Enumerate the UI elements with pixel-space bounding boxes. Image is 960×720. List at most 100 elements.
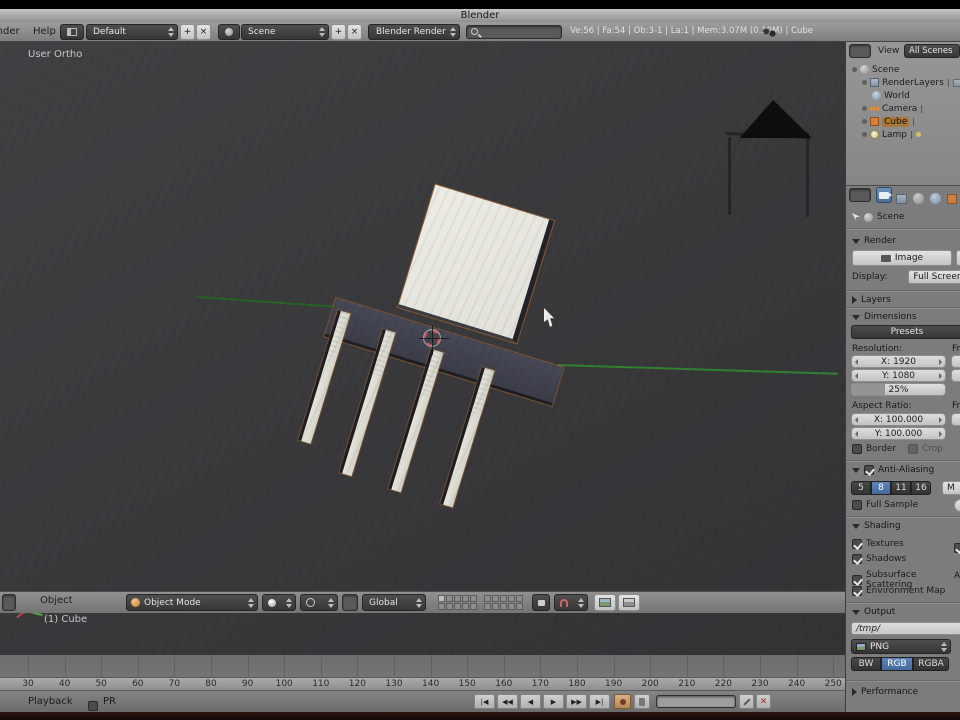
tab-scene[interactable] bbox=[913, 189, 925, 204]
stepper-left-icon[interactable] bbox=[855, 359, 858, 365]
outliner-scope-select[interactable]: All Scenes bbox=[904, 44, 960, 58]
scene-name-select[interactable]: Scene bbox=[241, 24, 329, 40]
splitter-icon[interactable] bbox=[762, 27, 776, 38]
outliner-item-world[interactable]: World bbox=[872, 89, 910, 102]
playback-menu[interactable]: Playback bbox=[28, 692, 73, 712]
aspect-x-stepper[interactable]: X: 100.000 bbox=[851, 413, 946, 426]
color-mode-bw[interactable]: BW bbox=[851, 657, 881, 671]
aa-samples-16[interactable]: 16 bbox=[911, 481, 931, 495]
expand-icon[interactable] bbox=[862, 132, 867, 137]
manipulator-toggle-icon[interactable] bbox=[342, 594, 358, 611]
sss-checkbox[interactable] bbox=[852, 575, 862, 585]
border-checkbox-row[interactable]: Border bbox=[852, 444, 896, 454]
presets-select[interactable]: Presets bbox=[851, 325, 960, 339]
shadows-row[interactable]: Shadows bbox=[852, 554, 906, 564]
envmap-checkbox[interactable] bbox=[852, 586, 862, 596]
remove-layout-button[interactable]: × bbox=[196, 24, 211, 40]
resolution-percent-slider[interactable]: 25% bbox=[851, 383, 946, 396]
crop-checkbox[interactable] bbox=[908, 444, 918, 454]
expand-icon[interactable] bbox=[862, 119, 867, 124]
record-button[interactable] bbox=[614, 694, 631, 709]
layers-grid-2[interactable] bbox=[484, 595, 523, 610]
dimensions-panel-header[interactable]: Dimensions bbox=[852, 312, 917, 322]
clipped-stepper[interactable] bbox=[951, 355, 960, 368]
screen-layout-select[interactable]: Default bbox=[86, 24, 178, 40]
clipped-stepper[interactable] bbox=[951, 413, 960, 426]
render-image-button[interactable]: Image bbox=[852, 250, 952, 266]
resolution-y-stepper[interactable]: Y: 1080 bbox=[851, 369, 946, 382]
shadows-checkbox[interactable] bbox=[852, 554, 862, 564]
layers-panel-header[interactable]: Layers bbox=[852, 295, 891, 305]
render-toggle-icon[interactable] bbox=[952, 78, 960, 87]
menu-help[interactable]: Help bbox=[33, 22, 56, 42]
properties-editor[interactable]: Scene Render Image Display: Full Screen … bbox=[846, 186, 960, 712]
envmap-row[interactable]: Environment Map bbox=[852, 586, 945, 596]
render-engine-select[interactable]: Blender Render bbox=[368, 24, 460, 40]
jump-to-end-button[interactable]: ▶| bbox=[589, 694, 610, 709]
sync-button[interactable] bbox=[634, 694, 650, 709]
timeline-ruler[interactable]: 30 40 50 60 70 80 90 100 110 120 130 140 150 160 170 18… bbox=[0, 678, 845, 691]
aa-samples-5[interactable]: 5 bbox=[851, 481, 871, 495]
color-mode-rgba[interactable]: RGBA bbox=[913, 657, 949, 671]
mode-select[interactable]: Object Mode bbox=[126, 594, 258, 611]
stepper-right-icon[interactable] bbox=[939, 417, 942, 423]
border-checkbox[interactable] bbox=[852, 444, 862, 454]
expand-icon[interactable] bbox=[852, 67, 857, 72]
properties-editor-type-icon[interactable] bbox=[849, 188, 871, 202]
render-animation-button-clipped[interactable] bbox=[956, 250, 960, 266]
pivot-point-select[interactable] bbox=[300, 594, 338, 611]
chair-leg[interactable] bbox=[334, 328, 400, 478]
outliner-item-scene[interactable]: Scene bbox=[852, 63, 899, 76]
pin-icon[interactable] bbox=[852, 213, 860, 221]
outliner-item-lamp[interactable]: Lamp | bbox=[862, 128, 921, 141]
render-opengl-button[interactable] bbox=[594, 594, 616, 611]
chair-backrest[interactable] bbox=[396, 183, 556, 345]
aa-panel-header[interactable]: Anti-Aliasing bbox=[852, 465, 934, 475]
chair-leg[interactable] bbox=[436, 366, 499, 509]
menu-render[interactable]: Render bbox=[0, 22, 20, 42]
textures-row[interactable]: Textures bbox=[852, 539, 904, 549]
object-menu[interactable]: Object bbox=[40, 591, 73, 611]
scene-browse-icon[interactable] bbox=[218, 24, 240, 40]
aspect-y-stepper[interactable]: Y: 100.000 bbox=[851, 427, 946, 440]
outliner-editor[interactable]: View All Scenes Scene RenderLayers | Wor… bbox=[846, 42, 960, 186]
full-sample-checkbox[interactable] bbox=[852, 500, 862, 510]
3d-viewport[interactable]: User Ortho (1) Cube bbox=[0, 42, 845, 655]
outliner-editor-type-icon[interactable] bbox=[849, 44, 871, 58]
full-sample-row[interactable]: Full Sample bbox=[852, 500, 918, 510]
display-mode-select[interactable]: Full Screen bbox=[908, 270, 960, 284]
play-reverse-button[interactable]: ◀ bbox=[520, 694, 541, 709]
timeline-canvas[interactable] bbox=[0, 655, 845, 678]
stepper-right-icon[interactable] bbox=[939, 373, 942, 379]
shading-panel-header[interactable]: Shading bbox=[852, 521, 901, 531]
clipped-stepper[interactable] bbox=[951, 369, 960, 382]
transform-orientation-select[interactable]: Global bbox=[362, 594, 426, 611]
outliner-item-renderlayers[interactable]: RenderLayers | bbox=[862, 76, 960, 89]
chair-leg[interactable] bbox=[384, 348, 448, 494]
expand-icon[interactable] bbox=[862, 106, 867, 111]
play-button[interactable]: ▶ bbox=[543, 694, 564, 709]
tab-render[interactable] bbox=[876, 187, 892, 203]
aa-filter-select-clipped[interactable]: M bbox=[942, 481, 960, 495]
chair-leg[interactable] bbox=[294, 309, 355, 445]
aa-enable-checkbox[interactable] bbox=[864, 465, 874, 475]
color-mode-rgb[interactable]: RGB bbox=[881, 657, 913, 671]
textures-checkbox[interactable] bbox=[852, 539, 862, 549]
add-scene-button[interactable]: + bbox=[331, 24, 346, 40]
tab-render-layers[interactable] bbox=[896, 189, 908, 204]
performance-panel-header[interactable]: Performance bbox=[852, 687, 918, 697]
delete-keyframe-button[interactable]: ✕ bbox=[756, 694, 771, 709]
screen-layout-icon[interactable] bbox=[60, 24, 84, 40]
insert-keyframe-button[interactable] bbox=[739, 694, 754, 709]
output-path-field[interactable]: /tmp/ bbox=[851, 622, 960, 635]
add-layout-button[interactable]: + bbox=[180, 24, 195, 40]
editor-type-icon[interactable] bbox=[2, 594, 16, 611]
tab-object[interactable] bbox=[947, 189, 959, 204]
snap-select[interactable] bbox=[554, 594, 588, 611]
expand-icon[interactable] bbox=[862, 80, 867, 85]
lock-to-scene-button[interactable] bbox=[532, 594, 550, 611]
render-panel-header[interactable]: Render bbox=[852, 236, 896, 246]
viewport-shading-select[interactable] bbox=[262, 594, 296, 611]
clipped-toggle[interactable] bbox=[954, 499, 960, 512]
stepper-left-icon[interactable] bbox=[855, 431, 858, 437]
